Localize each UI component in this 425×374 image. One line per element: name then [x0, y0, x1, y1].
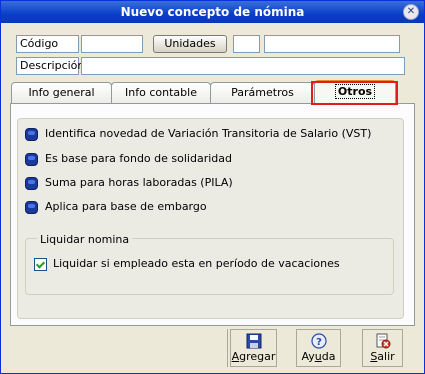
vacaciones-checkbox-label[interactable]: Liquidar si empleado esta en período de …	[53, 257, 340, 270]
codigo-label: Código	[16, 35, 79, 53]
close-button[interactable]: ✕	[403, 4, 419, 20]
liquidar-legend: Liquidar nomina	[37, 233, 133, 246]
ayuda-label: Ayuda	[301, 350, 336, 363]
exit-icon	[363, 333, 402, 349]
toolbar-separator	[227, 329, 228, 367]
tab-parametros[interactable]: Parámetros	[210, 82, 315, 104]
agregar-button[interactable]: Agregar	[230, 329, 277, 367]
agregar-label: Agregar	[231, 350, 276, 363]
unidades-button[interactable]: Unidades	[153, 35, 227, 53]
save-icon	[231, 333, 276, 349]
radio-icon[interactable]	[25, 201, 38, 214]
tab-info-general[interactable]: Info general	[11, 82, 112, 104]
option-label: Aplica para base de embargo	[45, 200, 207, 213]
salir-button[interactable]: Salir	[362, 329, 403, 367]
option-label: Identifica novedad de Variación Transito…	[45, 127, 372, 140]
option-label: Suma para horas laboradas (PILA)	[45, 176, 233, 189]
radio-icon[interactable]	[25, 177, 38, 190]
vacaciones-checkbox[interactable]	[34, 258, 47, 271]
descripcion-label: Descripción	[16, 57, 84, 75]
highlight-box	[311, 81, 398, 105]
option-label: Es base para fondo de solidaridad	[45, 152, 232, 165]
tab-label: Parámetros	[231, 86, 294, 99]
salir-label: Salir	[370, 350, 395, 363]
close-icon: ✕	[406, 6, 416, 17]
descripcion-input[interactable]	[81, 57, 405, 75]
radio-icon[interactable]	[25, 128, 38, 141]
tab-label: Info contable	[125, 86, 197, 99]
help-icon: ?	[297, 333, 340, 349]
dialog-window: Nuevo concepto de nómina ✕ Código Unidad…	[0, 0, 425, 374]
unidades-code-input[interactable]	[233, 35, 260, 53]
tab-info-contable[interactable]: Info contable	[111, 82, 211, 104]
svg-text:?: ?	[316, 337, 322, 348]
title-bar[interactable]: Nuevo concepto de nómina ✕	[1, 1, 424, 23]
window-title: Nuevo concepto de nómina	[120, 5, 305, 19]
codigo-input[interactable]	[81, 35, 143, 53]
tab-label: Info general	[28, 86, 95, 99]
ayuda-button[interactable]: ? Ayuda	[296, 329, 341, 367]
unidades-description-input[interactable]	[264, 35, 400, 53]
radio-icon[interactable]	[25, 153, 38, 166]
